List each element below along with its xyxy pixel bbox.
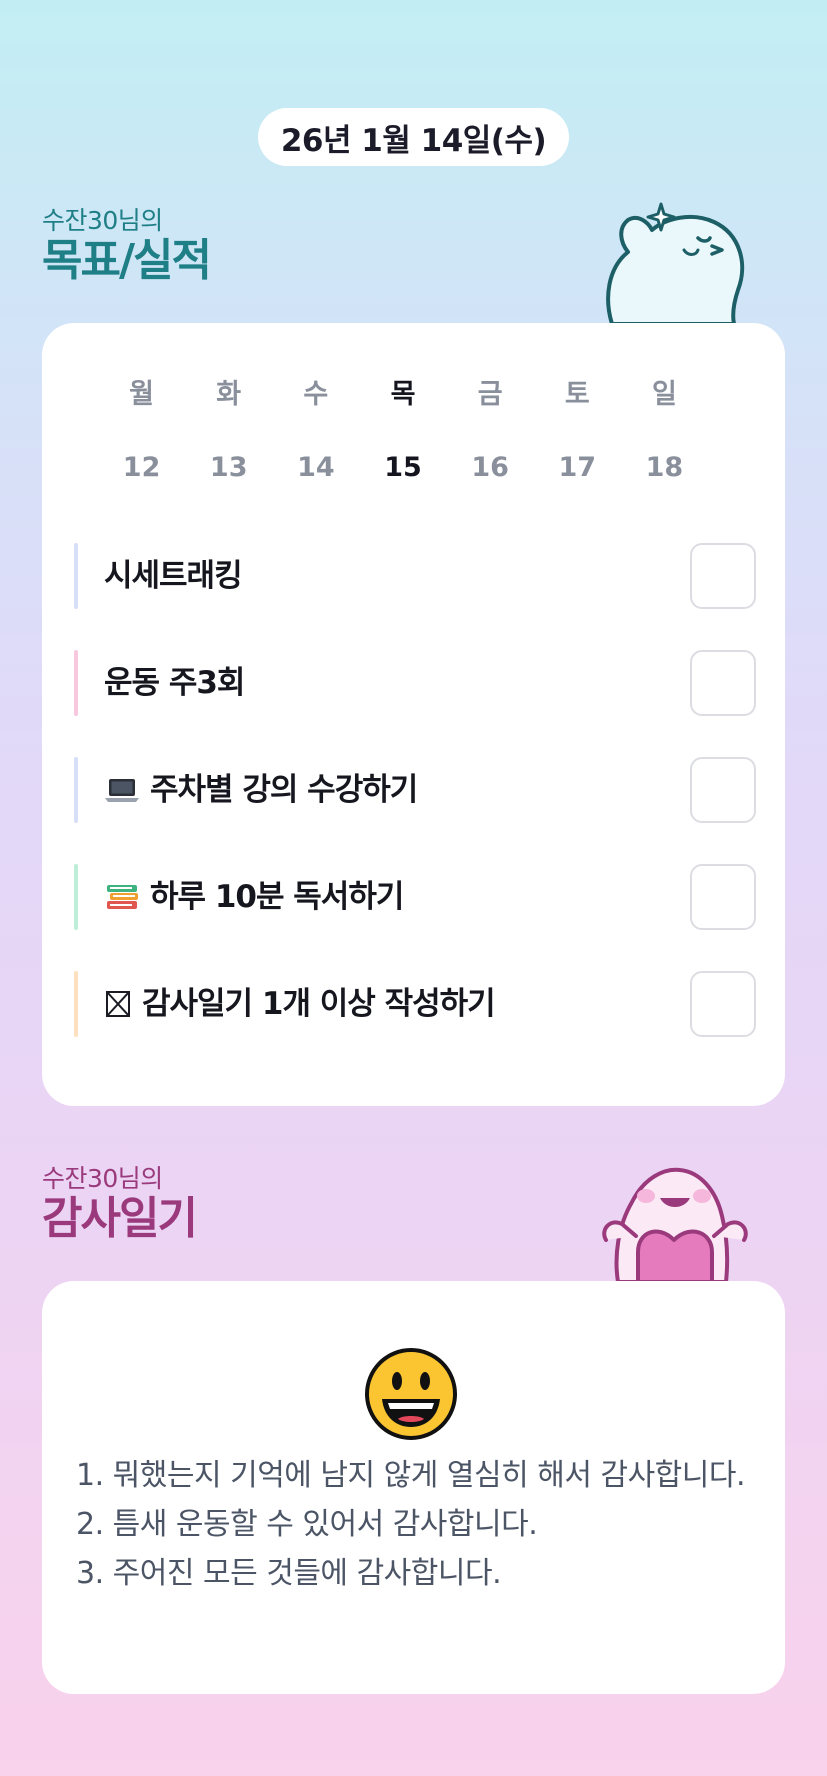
- weekday-fri[interactable]: 금: [447, 375, 534, 415]
- goals-title: 목표/실적: [42, 235, 212, 286]
- laptop-icon: [105, 779, 139, 802]
- goal-checkbox[interactable]: [690, 650, 756, 716]
- weekday-wed[interactable]: 수: [272, 375, 359, 415]
- goal-checkbox[interactable]: [690, 864, 756, 930]
- date-12[interactable]: 12: [98, 448, 185, 488]
- weekday-row: 월 화 수 목 금 토 일: [98, 375, 708, 415]
- books-icon: [107, 885, 138, 909]
- gratitude-line-1: 1. 뭐했는지 기억에 남지 않게 열심히 해서 감사합니다.: [76, 1458, 746, 1493]
- goal-label: 시세트래킹: [104, 543, 243, 609]
- date-13[interactable]: 13: [185, 448, 272, 488]
- weekday-mon[interactable]: 월: [98, 375, 185, 415]
- missing-glyph-icon: [106, 991, 130, 1017]
- goals-card: 월 화 수 목 금 토 일 12 13 14 15 16 17 18 시세트래킹…: [42, 323, 785, 1106]
- gratitude-entry[interactable]: 1. 뭐했는지 기억에 남지 않게 열심히 해서 감사합니다. 2. 틈새 운동…: [76, 1451, 756, 1598]
- goal-text: 감사일기 1개 이상 작성하기: [142, 986, 496, 1022]
- weekday-sun[interactable]: 일: [621, 375, 708, 415]
- goal-text: 운동 주3회: [104, 665, 245, 701]
- goal-color-bar: [74, 971, 78, 1037]
- goal-label: 주차별 강의 수강하기: [104, 757, 418, 823]
- goals-subtitle: 수잔30님의: [42, 206, 163, 235]
- gratitude-subtitle: 수잔30님의: [42, 1164, 163, 1193]
- goal-label: 하루 10분 독서하기: [104, 864, 404, 930]
- mascot-pointing-icon: [606, 202, 745, 324]
- goal-item: 주차별 강의 수강하기: [74, 757, 756, 823]
- date-row: 12 13 14 15 16 17 18: [98, 448, 708, 488]
- weekday-tue[interactable]: 화: [185, 375, 272, 415]
- date-14[interactable]: 14: [272, 448, 359, 488]
- date-16[interactable]: 16: [447, 448, 534, 488]
- goal-text: 시세트래킹: [104, 558, 243, 594]
- gratitude-line-3: 3. 주어진 모든 것들에 감사합니다.: [76, 1556, 502, 1591]
- gratitude-card: 1. 뭐했는지 기억에 남지 않게 열심히 해서 감사합니다. 2. 틈새 운동…: [42, 1281, 785, 1694]
- grinning-face-icon: [365, 1348, 457, 1440]
- weekday-thu[interactable]: 목: [359, 375, 446, 415]
- goal-item: 하루 10분 독서하기: [74, 864, 756, 930]
- mascot-heart-icon: [602, 1167, 748, 1282]
- goal-checkbox[interactable]: [690, 757, 756, 823]
- goal-label: 감사일기 1개 이상 작성하기: [104, 971, 496, 1037]
- date-18[interactable]: 18: [621, 448, 708, 488]
- gratitude-line-2: 2. 틈새 운동할 수 있어서 감사합니다.: [76, 1507, 538, 1542]
- goal-color-bar: [74, 543, 78, 609]
- weekday-sat[interactable]: 토: [534, 375, 621, 415]
- goal-text: 주차별 강의 수강하기: [150, 772, 418, 808]
- goals-section-header: 수잔30님의 목표/실적: [42, 206, 212, 286]
- goal-label: 운동 주3회: [104, 650, 245, 716]
- goal-text: 하루 10분 독서하기: [150, 879, 404, 915]
- date-15-today[interactable]: 15: [359, 448, 446, 488]
- gratitude-section-header: 수잔30님의 감사일기: [42, 1164, 198, 1244]
- goal-color-bar: [74, 757, 78, 823]
- goal-color-bar: [74, 864, 78, 930]
- goal-item: 운동 주3회: [74, 650, 756, 716]
- goal-checkbox[interactable]: [690, 971, 756, 1037]
- goal-item: 감사일기 1개 이상 작성하기: [74, 971, 756, 1037]
- goal-color-bar: [74, 650, 78, 716]
- date-label[interactable]: 26년 1월 14일(수): [258, 108, 569, 166]
- week-calendar: 월 화 수 목 금 토 일 12 13 14 15 16 17 18: [98, 375, 708, 488]
- goal-item: 시세트래킹: [74, 543, 756, 609]
- gratitude-title: 감사일기: [42, 1193, 198, 1244]
- goal-checkbox[interactable]: [690, 543, 756, 609]
- date-17[interactable]: 17: [534, 448, 621, 488]
